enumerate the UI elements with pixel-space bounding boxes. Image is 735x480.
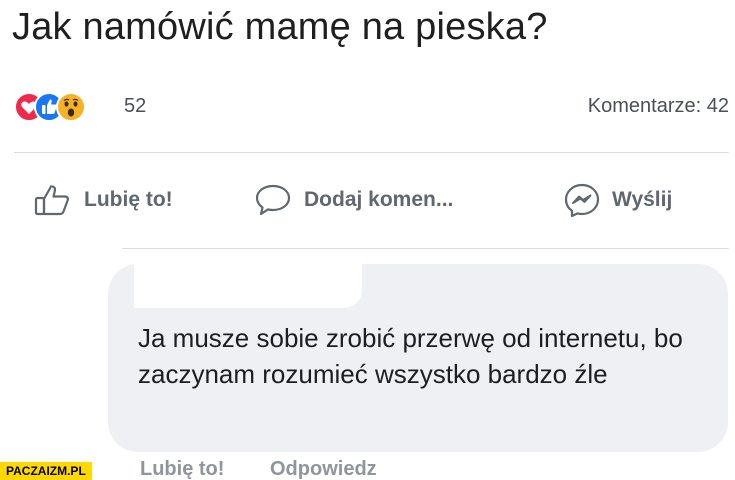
- wow-icon: [56, 92, 86, 122]
- messenger-icon: [564, 183, 600, 218]
- like-button-label: Lubię to!: [84, 188, 173, 211]
- send-button-label: Wyślij: [612, 188, 673, 211]
- comment-reply-link[interactable]: Odpowiedz: [270, 458, 377, 480]
- reactions-row: 52 Komentarze: 42: [14, 88, 729, 124]
- divider: [122, 248, 729, 249]
- comment-bubble: Ja musze sobie zrobić przerwę od interne…: [108, 264, 728, 452]
- reaction-icons[interactable]: [14, 92, 124, 122]
- comment-button-label: Dodaj komen...: [304, 188, 454, 211]
- reaction-count[interactable]: 52: [124, 95, 146, 118]
- divider: [14, 152, 729, 153]
- comment-author-redacted: [134, 264, 362, 308]
- comments-count[interactable]: Komentarze: 42: [588, 95, 729, 118]
- thumbs-up-outline-icon: [34, 185, 69, 216]
- send-button[interactable]: Wyślij: [562, 180, 672, 220]
- comment-icon: [255, 184, 291, 216]
- post-title: Jak namówić mamę na pieska?: [12, 6, 548, 48]
- comment-text: Ja musze sobie zrobić przerwę od interne…: [138, 323, 683, 389]
- comment-button[interactable]: Dodaj komen...: [254, 180, 453, 220]
- watermark: PACZAIZM.PL: [0, 462, 92, 480]
- comment-actions: Lubię to! Odpowiedz: [140, 458, 417, 480]
- comment-like-link[interactable]: Lubię to!: [140, 458, 224, 480]
- like-button[interactable]: Lubię to!: [34, 180, 173, 220]
